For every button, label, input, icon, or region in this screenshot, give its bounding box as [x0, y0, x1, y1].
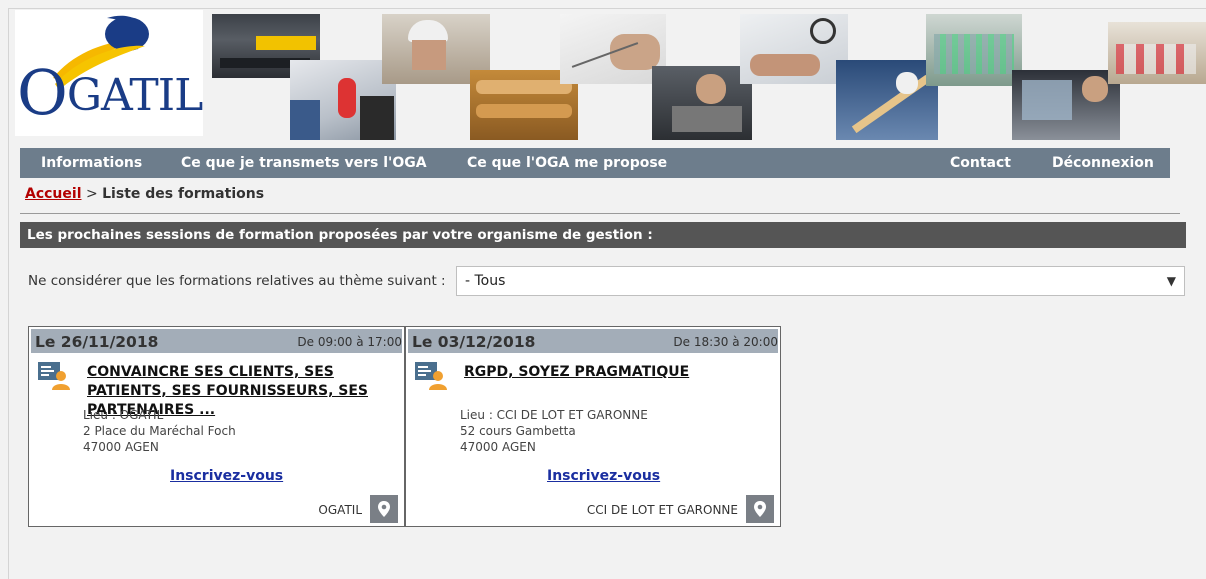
- main-nav: Informations Ce que je transmets vers l'…: [20, 148, 1170, 178]
- theme-filter-select[interactable]: - Tous ▼: [456, 266, 1185, 296]
- divider: [20, 213, 1180, 214]
- banner-photo-xray: [1012, 70, 1120, 140]
- session-card-header: Le 03/12/2018 De 18:30 à 20:00: [408, 329, 778, 353]
- logo-text: OGATIL: [17, 56, 203, 129]
- section-title: Les prochaines sessions de formation pro…: [20, 222, 1186, 248]
- session-date: Le 26/11/2018: [35, 333, 159, 351]
- session-date: Le 03/12/2018: [412, 333, 536, 351]
- session-card: Le 03/12/2018 De 18:30 à 20:00 RGPD, SOY…: [405, 326, 781, 527]
- nav-item-informations[interactable]: Informations: [41, 148, 142, 178]
- map-pin-icon: [378, 501, 390, 517]
- nav-item-contact[interactable]: Contact: [950, 148, 1011, 178]
- breadcrumb-home-link[interactable]: Accueil: [25, 186, 82, 202]
- breadcrumb-current: Liste des formations: [102, 186, 265, 202]
- dropdown-arrow-icon: ▼: [1166, 274, 1176, 288]
- banner-photo-hairdresser: [1108, 22, 1206, 84]
- nav-item-offers[interactable]: Ce que l'OGA me propose: [467, 148, 667, 178]
- session-card: Le 26/11/2018 De 09:00 à 17:00 CONVAINCR…: [28, 326, 405, 527]
- ogatil-logo[interactable]: OGATIL: [15, 10, 203, 136]
- map-pin-icon: [754, 501, 766, 517]
- banner-photo-pharmacy: [926, 14, 1022, 86]
- training-icon: [415, 362, 447, 390]
- breadcrumb-separator: >: [85, 186, 98, 202]
- session-organizer: CCI DE LOT ET GARONNE: [586, 503, 738, 517]
- session-time: De 09:00 à 17:00: [297, 335, 402, 349]
- map-pin-button[interactable]: [746, 495, 774, 523]
- session-card-header: Le 26/11/2018 De 09:00 à 17:00: [31, 329, 402, 353]
- banner-photo-blood-pressure: [740, 14, 848, 84]
- session-title-link[interactable]: RGPD, SOYEZ PRAGMATIQUE: [464, 363, 689, 382]
- signup-link[interactable]: Inscrivez-vous: [547, 468, 660, 484]
- banner-photo-carpenter: [836, 60, 938, 140]
- session-organizer: OGATIL: [318, 503, 362, 517]
- session-address: Lieu : CCI DE LOT ET GARONNE 52 cours Ga…: [460, 408, 648, 454]
- map-pin-button[interactable]: [370, 495, 398, 523]
- banner-photo-mechanic: [652, 66, 752, 140]
- training-icon: [38, 362, 70, 390]
- nav-item-transmissions[interactable]: Ce que je transmets vers l'OGA: [181, 148, 427, 178]
- breadcrumb: Accueil > Liste des formations: [25, 186, 264, 202]
- session-address: Lieu : OGATIL 2 Place du Maréchal Foch 4…: [83, 408, 236, 454]
- signup-link[interactable]: Inscrivez-vous: [170, 468, 283, 484]
- banner-photo-drafting: [560, 14, 666, 84]
- session-time: De 18:30 à 20:00: [673, 335, 778, 349]
- theme-filter-value: - Tous: [465, 273, 506, 289]
- theme-filter-label: Ne considérer que les formations relativ…: [28, 273, 446, 289]
- banner-photo-meeting: [290, 60, 396, 140]
- nav-item-logout[interactable]: Déconnexion: [1052, 148, 1154, 178]
